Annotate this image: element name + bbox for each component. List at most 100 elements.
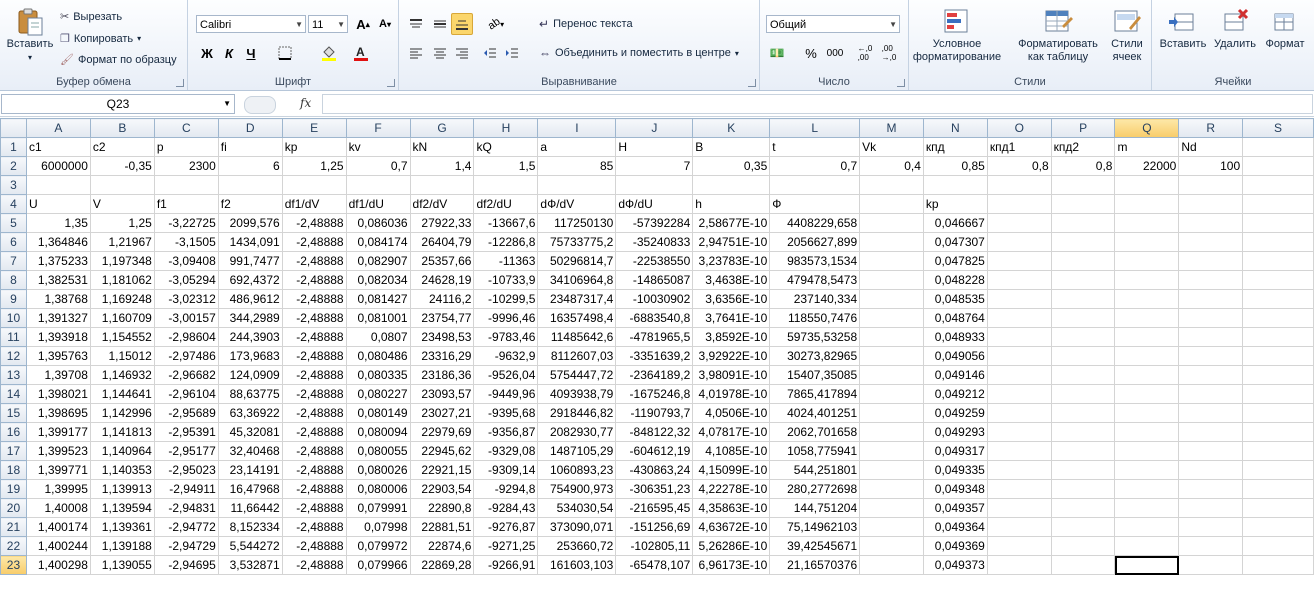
cell-o2[interactable]: 0,8 xyxy=(986,156,1052,176)
cell-g3[interactable] xyxy=(409,175,475,195)
align-middle-button[interactable] xyxy=(429,13,451,35)
cell-i22[interactable]: 253660,72 xyxy=(537,536,617,556)
cell-m6[interactable] xyxy=(859,232,924,252)
cell-s14[interactable] xyxy=(1242,384,1314,404)
cell-m11[interactable] xyxy=(859,327,924,347)
cell-k9[interactable]: 3,6356E-10 xyxy=(692,289,771,309)
cell-o3[interactable] xyxy=(986,175,1052,195)
insert-cells-button[interactable]: Вставить xyxy=(1158,6,1208,51)
cell-r20[interactable] xyxy=(1178,498,1244,518)
align-left-button[interactable] xyxy=(405,42,427,64)
cell-f4[interactable]: df1/dU xyxy=(345,194,411,214)
column-header-a[interactable]: A xyxy=(25,118,91,138)
column-header-o[interactable]: O xyxy=(986,118,1052,138)
cell-a5[interactable]: 1,35 xyxy=(25,213,91,233)
copy-button[interactable]: ❐ Копировать ▾ xyxy=(60,32,141,46)
cell-a4[interactable]: U xyxy=(25,194,91,214)
cell-p11[interactable] xyxy=(1050,327,1116,347)
cell-q20[interactable] xyxy=(1114,498,1180,518)
cell-q11[interactable] xyxy=(1114,327,1180,347)
cell-h14[interactable]: -9449,96 xyxy=(473,384,539,404)
cell-k2[interactable]: 0,35 xyxy=(692,156,771,176)
cell-e12[interactable]: -2,48888 xyxy=(281,346,347,366)
cell-g18[interactable]: 22921,15 xyxy=(409,460,475,480)
cell-s21[interactable] xyxy=(1242,517,1314,537)
cell-s7[interactable] xyxy=(1242,251,1314,271)
cell-o8[interactable] xyxy=(986,270,1052,290)
cell-j6[interactable]: -35240833 xyxy=(615,232,694,252)
cell-c7[interactable]: -3,09408 xyxy=(153,251,219,271)
cell-i3[interactable] xyxy=(537,175,617,195)
increase-indent-button[interactable] xyxy=(501,42,523,64)
cell-r3[interactable] xyxy=(1178,175,1244,195)
cell-b23[interactable]: 1,139055 xyxy=(89,555,155,575)
cell-g2[interactable]: 1,4 xyxy=(409,156,475,176)
cell-q10[interactable] xyxy=(1114,308,1180,328)
cell-l22[interactable]: 39,42545671 xyxy=(769,536,861,556)
cell-r23[interactable] xyxy=(1178,555,1244,575)
cell-n16[interactable]: 0,049293 xyxy=(922,422,988,442)
cell-m19[interactable] xyxy=(859,479,924,499)
cell-a11[interactable]: 1,393918 xyxy=(25,327,91,347)
row-header-13[interactable]: 13 xyxy=(0,365,27,385)
cell-p3[interactable] xyxy=(1050,175,1116,195)
cell-b22[interactable]: 1,139188 xyxy=(89,536,155,556)
cell-o4[interactable] xyxy=(986,194,1052,214)
cell-i10[interactable]: 16357498,4 xyxy=(537,308,617,328)
cell-n19[interactable]: 0,049348 xyxy=(922,479,988,499)
cell-n10[interactable]: 0,048764 xyxy=(922,308,988,328)
cell-o23[interactable] xyxy=(986,555,1052,575)
cell-j2[interactable]: 7 xyxy=(615,156,694,176)
cell-i23[interactable]: 161603,103 xyxy=(537,555,617,575)
column-header-n[interactable]: N xyxy=(922,118,988,138)
cell-o9[interactable] xyxy=(986,289,1052,309)
cell-g23[interactable]: 22869,28 xyxy=(409,555,475,575)
delete-cells-button[interactable]: Удалить xyxy=(1210,6,1260,51)
cell-s17[interactable] xyxy=(1242,441,1314,461)
cell-o20[interactable] xyxy=(986,498,1052,518)
cell-j22[interactable]: -102805,11 xyxy=(615,536,694,556)
cell-f8[interactable]: 0,082034 xyxy=(345,270,411,290)
cell-o10[interactable] xyxy=(986,308,1052,328)
cell-d6[interactable]: 1434,091 xyxy=(217,232,283,252)
paste-button[interactable]: Вставить ▾ xyxy=(4,6,56,64)
cell-p10[interactable] xyxy=(1050,308,1116,328)
cell-p13[interactable] xyxy=(1050,365,1116,385)
cell-f22[interactable]: 0,079972 xyxy=(345,536,411,556)
cell-k16[interactable]: 4,07817E-10 xyxy=(692,422,771,442)
cell-i12[interactable]: 8112607,03 xyxy=(537,346,617,366)
cell-m10[interactable] xyxy=(859,308,924,328)
column-header-l[interactable]: L xyxy=(769,118,861,138)
cell-c2[interactable]: 2300 xyxy=(153,156,219,176)
cell-s5[interactable] xyxy=(1242,213,1314,233)
cell-d16[interactable]: 45,32081 xyxy=(217,422,283,442)
cell-b18[interactable]: 1,140353 xyxy=(89,460,155,480)
cell-m15[interactable] xyxy=(859,403,924,423)
cell-o11[interactable] xyxy=(986,327,1052,347)
cell-g7[interactable]: 25357,66 xyxy=(409,251,475,271)
cell-m1[interactable]: Vk xyxy=(859,137,924,157)
cell-l11[interactable]: 59735,53258 xyxy=(769,327,861,347)
decrease-decimal-button[interactable]: ,00 →,0 xyxy=(878,42,900,64)
cell-o15[interactable] xyxy=(986,403,1052,423)
cell-b10[interactable]: 1,160709 xyxy=(89,308,155,328)
cell-n9[interactable]: 0,048535 xyxy=(922,289,988,309)
cell-f5[interactable]: 0,086036 xyxy=(345,213,411,233)
cell-j3[interactable] xyxy=(615,175,694,195)
cell-l23[interactable]: 21,16570376 xyxy=(769,555,861,575)
cell-l3[interactable] xyxy=(769,175,861,195)
cell-c3[interactable] xyxy=(153,175,219,195)
cell-p1[interactable]: кпд2 xyxy=(1050,137,1116,157)
cell-a17[interactable]: 1,399523 xyxy=(25,441,91,461)
column-header-h[interactable]: H xyxy=(473,118,539,138)
column-header-c[interactable]: C xyxy=(153,118,219,138)
cell-o5[interactable] xyxy=(986,213,1052,233)
cell-q13[interactable] xyxy=(1114,365,1180,385)
cell-s1[interactable] xyxy=(1242,137,1314,157)
cell-h3[interactable] xyxy=(473,175,539,195)
cell-m12[interactable] xyxy=(859,346,924,366)
cell-c6[interactable]: -3,1505 xyxy=(153,232,219,252)
cell-d2[interactable]: 6 xyxy=(217,156,283,176)
cell-h19[interactable]: -9294,8 xyxy=(473,479,539,499)
cell-d18[interactable]: 23,14191 xyxy=(217,460,283,480)
